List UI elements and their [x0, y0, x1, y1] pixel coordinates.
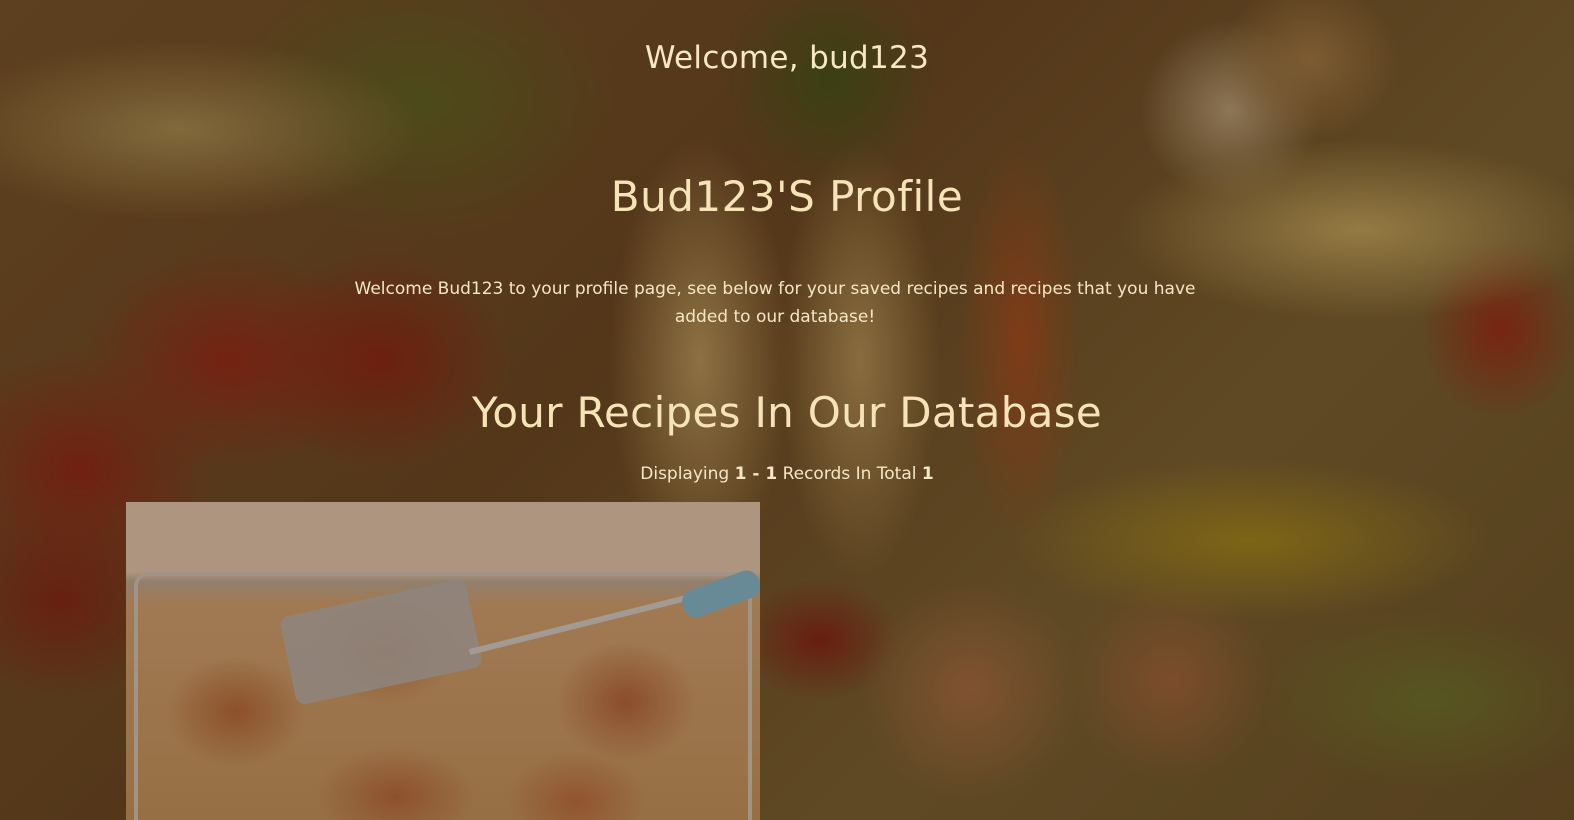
profile-title: Bud123'S Profile — [610, 172, 964, 221]
recipes-section-title: Your Recipes In Our Database — [471, 388, 1103, 437]
image-shade — [126, 502, 760, 820]
profile-intro-text: Welcome Bud123 to your profile page, see… — [354, 279, 1196, 327]
records-range: 1 - 1 — [734, 464, 778, 484]
records-middle: Records In Total — [782, 464, 917, 484]
profile-page: Welcome, bud123 Bud123'S Profile Welcome… — [0, 0, 1574, 820]
recipe-card[interactable] — [126, 502, 760, 820]
welcome-heading: Welcome, bud123 — [644, 40, 930, 76]
records-total: 1 — [921, 464, 934, 484]
records-count: Displaying 1 - 1 Records In Total 1 — [0, 464, 1574, 484]
records-prefix: Displaying — [640, 464, 730, 484]
recipe-image[interactable] — [126, 502, 760, 820]
